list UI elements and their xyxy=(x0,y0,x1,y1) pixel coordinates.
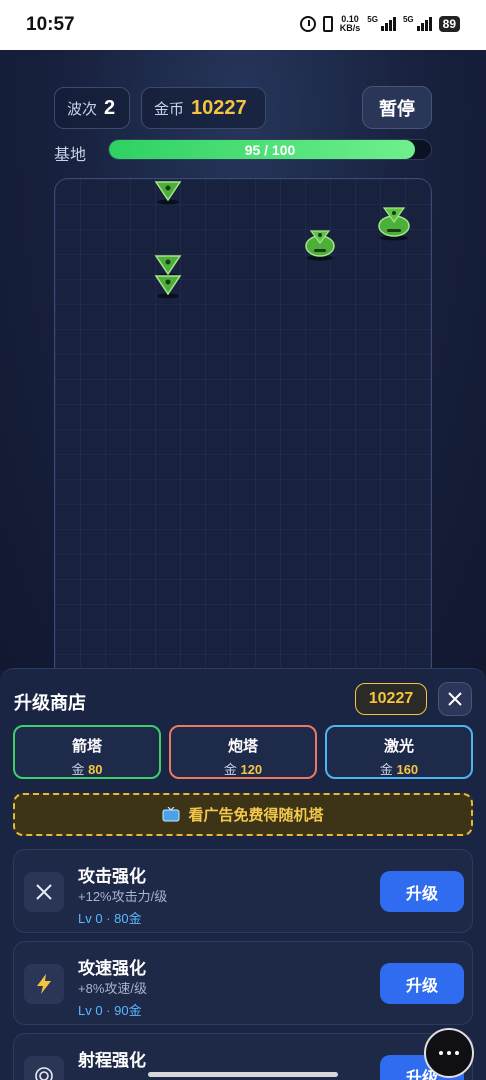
tower-cost-value: 160 xyxy=(396,762,419,777)
wave-value: 2 xyxy=(104,96,116,119)
close-icon xyxy=(448,692,462,706)
shop-title: 升级商店 xyxy=(14,693,86,713)
gold-value: 10227 xyxy=(191,96,247,119)
dot-icon xyxy=(447,1051,451,1055)
status-icons: 0.10 KB/s 5G 5G 89 xyxy=(299,15,460,33)
target-icon xyxy=(24,1056,64,1080)
alarm-icon xyxy=(299,16,316,32)
currency-label: 金 xyxy=(379,762,393,777)
signal-icon xyxy=(380,17,396,31)
tower-name: 激光 xyxy=(383,738,414,755)
upgrade-level: Lv 0 · 80金 xyxy=(78,911,142,926)
shop-coins: 10227 xyxy=(355,683,427,715)
battlefield[interactable] xyxy=(54,178,432,698)
dot-icon xyxy=(455,1051,459,1055)
signal-icon-2 xyxy=(416,17,432,31)
ad-label: 看广告免费得随机塔 xyxy=(188,807,324,824)
net-speed-unit: KB/s xyxy=(339,23,361,33)
net-speed: 0.10 KB/s xyxy=(340,15,361,33)
enemy-slime xyxy=(378,207,410,241)
vibrate-icon xyxy=(322,16,333,32)
close-button[interactable] xyxy=(438,682,472,716)
tower-cost-value: 120 xyxy=(240,762,263,777)
status-time: 10:57 xyxy=(26,14,75,35)
upgrade-name: 攻击强化 xyxy=(78,867,146,886)
upgrade-card-attack: 攻击强化 +12%攻击力/级 Lv 0 · 80金 升级 xyxy=(13,849,473,933)
upgrade-attack-button[interactable]: 升级 xyxy=(380,871,464,912)
upgrade-name: 射程强化 xyxy=(78,1051,146,1070)
currency-label: 金 xyxy=(71,762,85,777)
watch-ad-button[interactable]: 看广告免费得随机塔 xyxy=(13,793,473,836)
tower-cost: 金 120 xyxy=(171,759,315,778)
gold-indicator: 金币 10227 xyxy=(141,87,266,129)
wave-label: 波次 xyxy=(67,100,98,118)
status-bar: 10:57 0.10 KB/s 5G 5G 89 xyxy=(0,0,486,50)
home-indicator[interactable] xyxy=(148,1072,338,1077)
upgrade-desc: +8%攻速/级 xyxy=(78,981,147,996)
dot-icon xyxy=(439,1051,443,1055)
upgrade-speed-button[interactable]: 升级 xyxy=(380,963,464,1004)
enemy-arrow xyxy=(154,275,182,299)
upgrade-name: 攻速强化 xyxy=(78,959,146,978)
tower-cost: 金 80 xyxy=(15,759,159,778)
crossed-swords-icon xyxy=(24,872,64,912)
tower-cost-value: 80 xyxy=(88,762,103,777)
tower-name: 炮塔 xyxy=(227,738,258,755)
upgrade-level: Lv 0 · 90金 xyxy=(78,1003,142,1018)
enemy-arrow xyxy=(154,181,182,205)
tower-cost: 金 160 xyxy=(327,759,471,778)
upgrade-shop-panel: 升级商店 10227 箭塔 金 80 炮塔 金 120 激光 金 160 看广告… xyxy=(0,668,486,1080)
game-area: 波次 2 金币 10227 暂停 基地 95 / 100 xyxy=(0,50,486,698)
lightning-icon xyxy=(24,964,64,1004)
gold-label: 金币 xyxy=(154,100,185,118)
more-options-button[interactable] xyxy=(424,1028,474,1078)
base-label: 基地 xyxy=(54,147,87,164)
enemy-slime xyxy=(305,230,335,261)
upgrade-card-speed: 攻速强化 +8%攻速/级 Lv 0 · 90金 升级 xyxy=(13,941,473,1025)
base-health-text: 95 / 100 xyxy=(244,142,296,158)
base-health-bar: 95 / 100 xyxy=(108,139,432,160)
tower-name: 箭塔 xyxy=(71,738,102,755)
upgrade-desc: +12%攻击力/级 xyxy=(78,889,168,904)
tower-card-arrow[interactable]: 箭塔 金 80 xyxy=(13,725,161,779)
tower-card-cannon[interactable]: 炮塔 金 120 xyxy=(169,725,317,779)
tower-card-laser[interactable]: 激光 金 160 xyxy=(325,725,473,779)
sim1-label: 5G xyxy=(367,15,378,24)
pause-button[interactable]: 暂停 xyxy=(362,86,432,129)
currency-label: 金 xyxy=(223,762,237,777)
sim2-label: 5G xyxy=(402,15,414,24)
tv-icon xyxy=(162,806,180,821)
wave-indicator: 波次 2 xyxy=(54,87,130,129)
battery-icon: 89 xyxy=(438,16,460,32)
